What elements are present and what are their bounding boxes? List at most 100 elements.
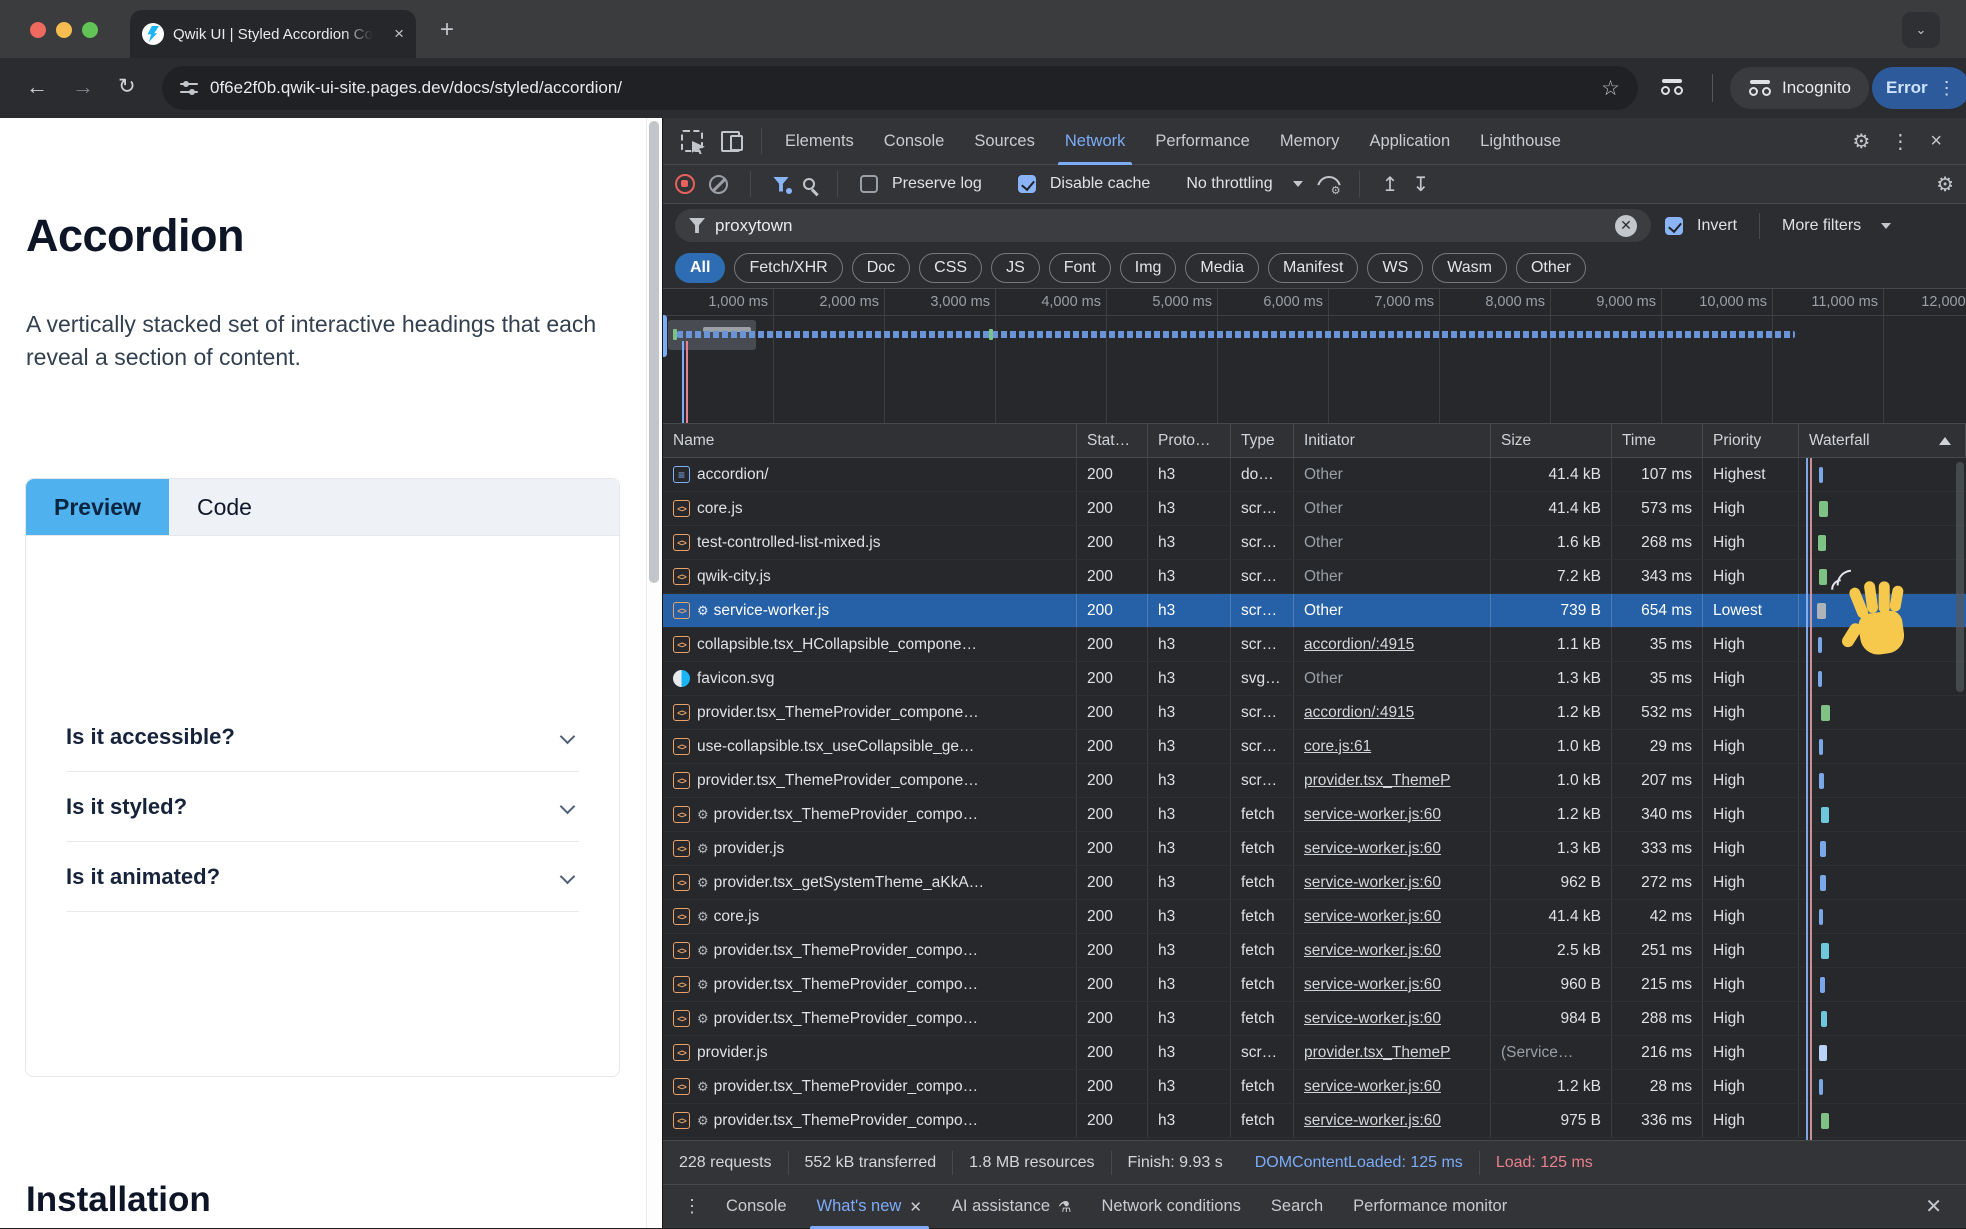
devtools-settings-gear-icon[interactable]: ⚙ [1852, 129, 1870, 154]
request-type-chip[interactable]: Manifest [1268, 253, 1358, 283]
initiator-cell[interactable]: service-worker.js:60 [1294, 900, 1491, 933]
back-button[interactable]: ← [26, 74, 48, 100]
inspect-element-icon[interactable] [681, 130, 703, 152]
request-type-chip[interactable]: Font [1049, 253, 1111, 283]
drawer-kebab-menu-icon[interactable]: ⋮ [683, 1196, 701, 1217]
table-row[interactable]: ⚙ accordion/ 200 h3 do… Other 41.4 kB 10… [663, 458, 1966, 492]
request-type-chip[interactable]: Img [1120, 253, 1177, 283]
table-row[interactable]: ⚙ provider.tsx_ThemeProvider_compone… 20… [663, 764, 1966, 798]
address-bar[interactable]: 0f6e2f0b.qwik-ui-site.pages.dev/docs/sty… [162, 66, 1638, 110]
more-filters-button[interactable]: More filters [1782, 217, 1861, 235]
request-type-chip[interactable]: Other [1516, 253, 1586, 283]
initiator-cell[interactable]: service-worker.js:60 [1294, 798, 1491, 831]
column-header[interactable]: Proto… [1148, 424, 1231, 457]
initiator-cell[interactable]: Other [1294, 492, 1491, 525]
table-row[interactable]: ⚙ provider.tsx_ThemeProvider_compo… 200 … [663, 1002, 1966, 1036]
url-text[interactable]: 0f6e2f0b.qwik-ui-site.pages.dev/docs/sty… [210, 78, 622, 98]
initiator-cell[interactable]: service-worker.js:60 [1294, 1070, 1491, 1103]
devtools-kebab-menu-icon[interactable]: ⋮ [1890, 129, 1910, 154]
browser-error-menu-button[interactable]: Error ⋮ [1872, 67, 1966, 109]
window-zoom-button[interactable] [82, 22, 98, 38]
devtools-tab[interactable]: Lighthouse [1465, 118, 1576, 165]
filter-input[interactable] [715, 216, 1575, 236]
import-har-icon[interactable]: ↥ [1382, 172, 1399, 197]
overview-left-handle[interactable] [663, 315, 667, 357]
table-row[interactable]: ⚙ provider.js 200 h3 scr… provider.tsx_T… [663, 1036, 1966, 1070]
record-network-log-button[interactable] [675, 174, 695, 194]
drawer-close-icon[interactable]: ✕ [1925, 1194, 1956, 1219]
filter-input-wrap[interactable]: ✕ [675, 209, 1651, 242]
devtools-tab[interactable]: Network [1050, 118, 1141, 165]
tab-search-button[interactable]: ⌄ [1902, 12, 1940, 48]
tab-close-icon[interactable]: × [394, 24, 404, 44]
network-conditions-icon[interactable] [1317, 176, 1337, 192]
devtools-tab[interactable]: Elements [770, 118, 869, 165]
drawer-tab[interactable]: Network conditions ⚗ ✕ [1086, 1185, 1255, 1229]
disable-cache-checkbox[interactable] [1018, 175, 1036, 193]
request-type-chip[interactable]: CSS [919, 253, 982, 283]
network-settings-gear-icon[interactable]: ⚙ [1936, 172, 1954, 197]
devtools-tab[interactable]: Console [869, 118, 960, 165]
request-type-chip[interactable]: All [675, 253, 725, 283]
column-header[interactable]: Size [1491, 424, 1612, 457]
devtools-close-icon[interactable]: × [1930, 130, 1942, 153]
drawer-tab[interactable]: Search ⚗ ✕ [1256, 1185, 1338, 1229]
export-har-icon[interactable]: ↧ [1412, 172, 1429, 197]
initiator-cell[interactable]: provider.tsx_ThemeP [1294, 1036, 1491, 1069]
table-row[interactable]: ⚙ provider.tsx_getSystemTheme_aKkA… 200 … [663, 866, 1966, 900]
devtools-tab[interactable]: Memory [1265, 118, 1355, 165]
table-row[interactable]: ⚙ qwik-city.js 200 h3 scr… Other 7.2 kB … [663, 560, 1966, 594]
table-row[interactable]: ⚙ favicon.svg 200 h3 svg… Other 1.3 kB 3… [663, 662, 1966, 696]
table-row[interactable]: ⚙ service-worker.js 200 h3 scr… Other 73… [663, 594, 1966, 628]
table-row[interactable]: ⚙ core.js 200 h3 scr… Other 41.4 kB 573 … [663, 492, 1966, 526]
request-type-chip[interactable]: Media [1185, 253, 1259, 283]
window-minimize-button[interactable] [56, 22, 72, 38]
table-scrollbar-thumb[interactable] [1956, 462, 1964, 692]
invert-label[interactable]: Invert [1697, 217, 1737, 235]
demo-tab[interactable]: Code [169, 479, 280, 535]
devtools-tab[interactable]: Application [1354, 118, 1465, 165]
table-row[interactable]: ⚙ provider.tsx_ThemeProvider_compo… 200 … [663, 934, 1966, 968]
accordion-item[interactable]: Is it accessible? [66, 702, 579, 772]
table-row[interactable]: ⚙ provider.tsx_ThemeProvider_compo… 200 … [663, 1104, 1966, 1138]
initiator-cell[interactable]: accordion/:4915 [1294, 696, 1491, 729]
reload-button[interactable]: ↻ [118, 74, 136, 99]
devtools-tab[interactable]: Sources [959, 118, 1050, 165]
initiator-cell[interactable]: Other [1294, 458, 1491, 491]
initiator-cell[interactable]: Other [1294, 560, 1491, 593]
drawer-tab-close-icon[interactable]: ✕ [909, 1198, 922, 1216]
browser-tab[interactable]: Qwik UI | Styled Accordion Co × [130, 10, 416, 58]
window-close-button[interactable] [30, 22, 46, 38]
initiator-cell[interactable]: service-worker.js:60 [1294, 832, 1491, 865]
filter-toggle-icon[interactable] [773, 177, 789, 192]
column-header[interactable]: Time [1612, 424, 1703, 457]
forward-button[interactable]: → [72, 74, 94, 100]
devtools-tab[interactable]: Performance [1140, 118, 1264, 165]
table-row[interactable]: ⚙ provider.tsx_ThemeProvider_compo… 200 … [663, 798, 1966, 832]
site-settings-icon[interactable] [180, 81, 198, 95]
column-header[interactable]: Type [1231, 424, 1294, 457]
drawer-tab[interactable]: Console ⚗ ✕ [711, 1185, 802, 1229]
request-type-chip[interactable]: JS [991, 253, 1040, 283]
table-row[interactable]: ⚙ test-controlled-list-mixed.js 200 h3 s… [663, 526, 1966, 560]
initiator-cell[interactable]: Other [1294, 526, 1491, 559]
initiator-cell[interactable]: service-worker.js:60 [1294, 1002, 1491, 1035]
invert-checkbox[interactable] [1665, 217, 1683, 235]
initiator-cell[interactable]: provider.tsx_ThemeP [1294, 764, 1491, 797]
initiator-cell[interactable]: core.js:61 [1294, 730, 1491, 763]
disable-cache-label[interactable]: Disable cache [1050, 175, 1151, 193]
new-tab-button[interactable]: + [440, 18, 454, 42]
drawer-tab[interactable]: What's new ⚗ ✕ [802, 1185, 937, 1229]
table-row[interactable]: ⚙ core.js 200 h3 fetch service-worker.js… [663, 900, 1966, 934]
page-scrollbar-thumb[interactable] [649, 121, 659, 583]
column-header[interactable]: Priority [1703, 424, 1799, 457]
request-type-chip[interactable]: Fetch/XHR [734, 253, 842, 283]
column-header[interactable]: Stat… [1077, 424, 1148, 457]
table-row[interactable]: ⚙ use-collapsible.tsx_useCollapsible_ge…… [663, 730, 1966, 764]
table-row[interactable]: ⚙ provider.tsx_ThemeProvider_compone… 20… [663, 696, 1966, 730]
initiator-cell[interactable]: Other [1294, 594, 1491, 627]
drawer-tab[interactable]: Performance monitor ⚗ ✕ [1338, 1185, 1522, 1229]
initiator-cell[interactable]: Other [1294, 662, 1491, 695]
search-icon[interactable] [803, 178, 815, 190]
clear-network-log-button[interactable] [709, 175, 728, 194]
